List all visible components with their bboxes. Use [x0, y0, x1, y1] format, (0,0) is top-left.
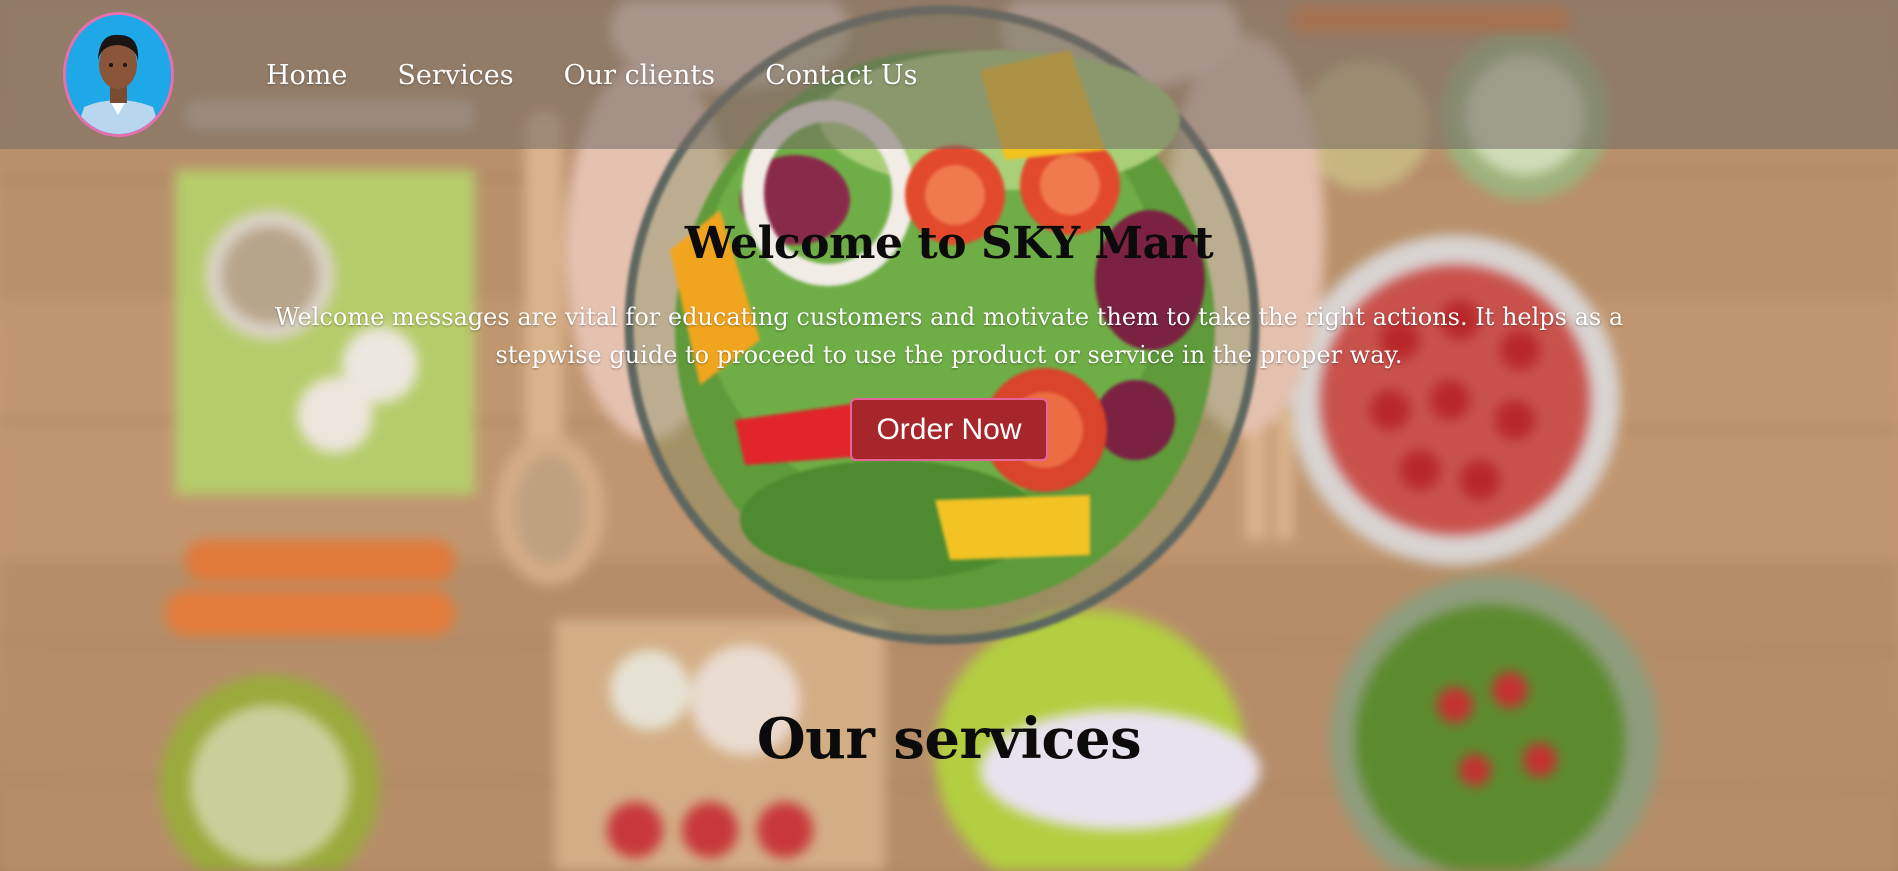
hero-description: Welcome messages are vital for educating… [274, 303, 1624, 369]
top-navbar: Home Services Our clients Contact Us [0, 0, 1898, 149]
nav-link-services[interactable]: Services [397, 54, 513, 98]
nav-links: Home Services Our clients Contact Us [266, 54, 968, 98]
order-now-button[interactable]: Order Now [850, 398, 1048, 461]
profile-avatar[interactable] [63, 12, 174, 137]
nav-link-home[interactable]: Home [266, 54, 347, 98]
hero-title: Welcome to SKY Mart [684, 218, 1214, 269]
nav-link-contact-us[interactable]: Contact Us [765, 54, 917, 98]
nav-link-our-clients[interactable]: Our clients [564, 54, 715, 98]
services-section-title: Our services [756, 706, 1142, 772]
